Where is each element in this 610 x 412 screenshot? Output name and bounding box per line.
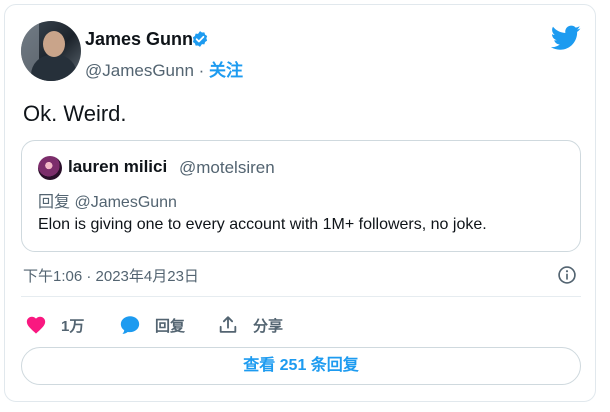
heart-icon — [26, 316, 46, 334]
twitter-bird-icon[interactable] — [551, 25, 581, 51]
verified-badge-icon — [192, 31, 208, 47]
reply-label: 回复 — [155, 317, 186, 335]
quoted-author-name[interactable]: lauren milici — [68, 157, 167, 177]
quoted-author-avatar[interactable] — [38, 156, 62, 180]
share-label: 分享 — [253, 317, 284, 335]
divider — [21, 296, 581, 297]
view-replies-button[interactable]: 查看 251 条回复 — [21, 347, 581, 385]
quoted-tweet[interactable]: lauren milici @motelsiren 回复 @JamesGunn … — [21, 140, 581, 252]
tweet-card: James Gunn @JamesGunn · 关注 Ok. Weird. la… — [4, 4, 596, 402]
author-handle[interactable]: @JamesGunn — [85, 61, 194, 80]
author-handle-line: @JamesGunn · 关注 — [85, 56, 243, 81]
author-name[interactable]: James Gunn — [85, 29, 193, 50]
tweet-text: Ok. Weird. — [23, 101, 127, 126]
quoted-reply-to: 回复 @JamesGunn — [38, 194, 177, 211]
author-avatar[interactable] — [21, 21, 81, 81]
share-button[interactable]: 分享 — [217, 313, 283, 337]
follow-link[interactable]: 关注 — [209, 61, 243, 80]
reply-bubble-icon — [120, 316, 140, 334]
info-icon[interactable] — [557, 265, 577, 285]
quoted-tweet-text: Elon is giving one to every account with… — [38, 216, 487, 233]
quoted-author-handle[interactable]: @motelsiren — [179, 158, 275, 178]
reply-button[interactable]: 回复 — [119, 313, 185, 337]
tweet-timestamp[interactable]: 下午1:06 · 2023年4月23日 — [23, 265, 199, 286]
handle-separator: · — [193, 61, 210, 80]
like-count: 1万 — [61, 317, 85, 335]
share-upload-icon — [219, 316, 237, 333]
like-button[interactable]: 1万 — [25, 313, 84, 337]
